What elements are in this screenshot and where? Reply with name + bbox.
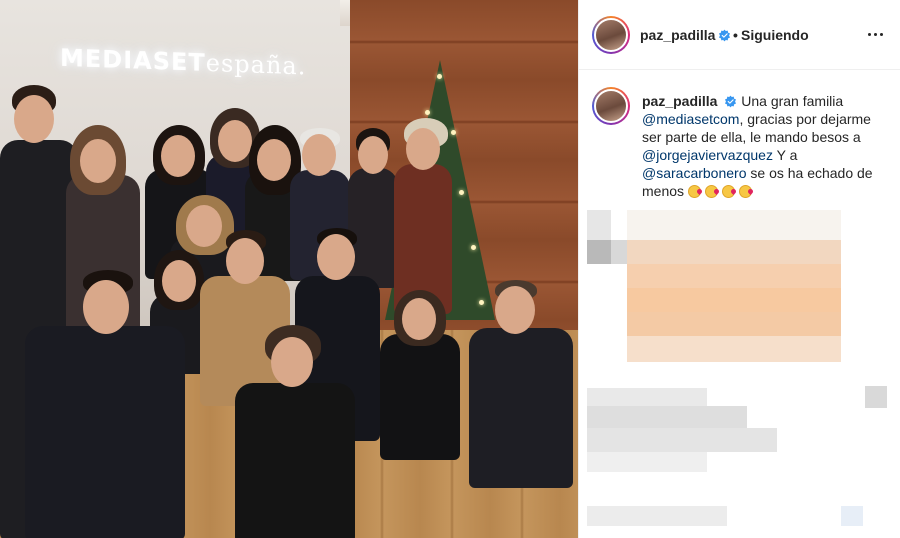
post-sidebar: paz_padilla • Siguiendo paz_padilla Una … — [578, 0, 900, 538]
profile-avatar[interactable] — [592, 16, 630, 54]
header-username[interactable]: paz_padilla — [640, 27, 715, 43]
post-caption: paz_padilla Una gran familia @mediasetco… — [579, 70, 900, 210]
verified-badge-icon — [725, 95, 737, 108]
more-options-icon[interactable] — [863, 22, 887, 46]
mention-mediasetcom[interactable]: @mediasetcom — [642, 111, 739, 127]
kissing-face-emoji — [687, 185, 701, 198]
mention-saracarbonero[interactable]: @saracarbonero — [642, 165, 747, 181]
following-button[interactable]: Siguiendo — [741, 27, 809, 43]
kissing-face-emoji — [704, 185, 718, 198]
post-header: paz_padilla • Siguiendo — [579, 0, 900, 70]
verified-icon — [718, 29, 731, 42]
kissing-face-emoji — [738, 185, 752, 198]
emoji-row — [687, 183, 756, 199]
mention-jorgejaviervazquez[interactable]: @jorgejaviervazquez — [642, 147, 773, 163]
pixelated-comments-area — [579, 210, 900, 538]
kissing-face-emoji — [721, 185, 735, 198]
separator-dot: • — [733, 27, 738, 43]
post-photo[interactable]: MEDIASETespaña. — [0, 0, 578, 538]
caption-username[interactable]: paz_padilla — [642, 93, 717, 109]
caption-text-3: Y a — [772, 147, 798, 163]
group-of-people — [0, 0, 578, 538]
caption-avatar[interactable] — [592, 87, 630, 125]
verified-badge-icon — [715, 27, 731, 45]
caption-text: paz_padilla Una gran familia @mediasetco… — [642, 92, 892, 200]
caption-text-1: Una gran familia — [741, 93, 844, 109]
